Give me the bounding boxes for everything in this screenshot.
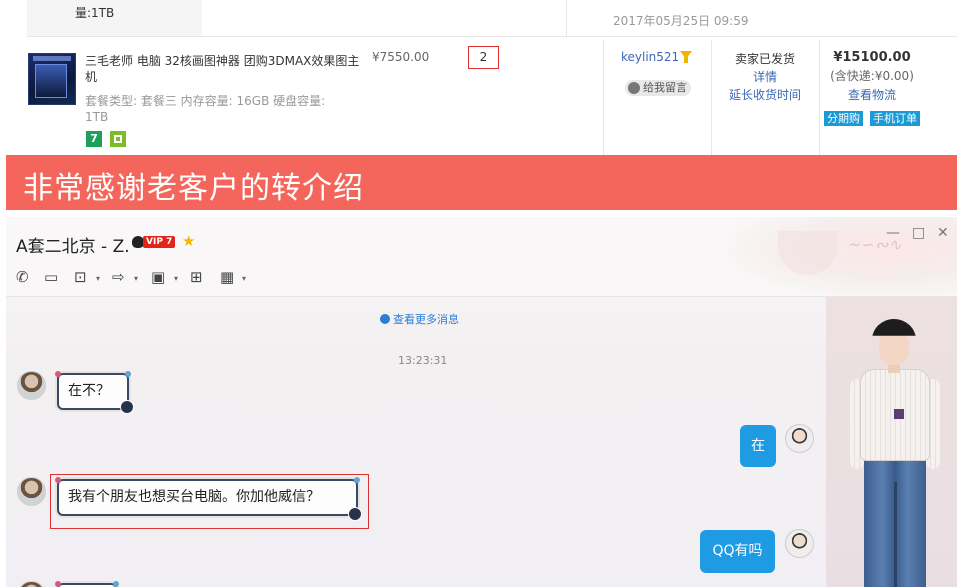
leave-message-label: 给我留言 bbox=[643, 81, 687, 94]
incoming-message-bubble bbox=[55, 581, 119, 587]
outgoing-message-bubble: QQ有吗 bbox=[700, 530, 775, 573]
video-icon[interactable]: ▭ bbox=[44, 268, 68, 286]
character-leg-gap bbox=[894, 482, 897, 587]
close-button[interactable]: ✕ bbox=[937, 225, 949, 241]
order-total: ¥15100.00 (含快递:¥0.00) 查看物流 bbox=[822, 48, 922, 105]
vip-badge[interactable]: VIP 7 bbox=[143, 236, 176, 248]
character-pocket bbox=[894, 409, 904, 419]
minimize-button[interactable]: — bbox=[886, 225, 900, 241]
incoming-message-bubble: 在不？ bbox=[55, 371, 131, 410]
chevron-down-icon[interactable]: ▾ bbox=[174, 274, 178, 283]
message-text: 在不？ bbox=[68, 383, 110, 399]
shipping-note: (含快递:¥0.00) bbox=[830, 69, 914, 83]
qq-chat-window: ~∽∾∿ A套二北京 - Z. VIP 7 ★ — □ ✕ ✆ ▭ ⊡ ▾ ⇨ … bbox=[6, 217, 957, 587]
contact-avatar[interactable] bbox=[17, 581, 46, 587]
outgoing-message-bubble: 在 bbox=[740, 425, 776, 467]
contact-name[interactable]: A套二北京 - Z. bbox=[16, 232, 130, 257]
character-face bbox=[879, 331, 909, 365]
phone-icon[interactable]: ✆ bbox=[16, 268, 40, 286]
column-divider bbox=[603, 40, 604, 155]
status-shipped: 卖家已发货 bbox=[734, 52, 795, 66]
buyer-name-link[interactable]: keylin521 bbox=[621, 50, 679, 64]
contact-avatar[interactable] bbox=[17, 477, 46, 506]
my-avatar[interactable] bbox=[785, 424, 814, 453]
buyer-level-icon-stem bbox=[684, 57, 688, 63]
column-divider bbox=[711, 40, 712, 155]
highlight-frame bbox=[50, 474, 369, 529]
contact-avatar[interactable] bbox=[17, 371, 46, 400]
column-divider bbox=[819, 40, 820, 155]
file-transfer-icon[interactable]: ⇨ bbox=[112, 268, 136, 286]
view-logistics-link[interactable]: 查看物流 bbox=[822, 86, 922, 105]
view-more-messages-link[interactable]: 查看更多消息 bbox=[380, 311, 459, 327]
chevron-down-icon[interactable]: ▾ bbox=[96, 274, 100, 283]
product-spec: 套餐类型: 套餐三 内存容量: 16GB 硬盘容量: 1TB bbox=[85, 94, 326, 124]
screen-share-icon[interactable]: ⊡ bbox=[74, 268, 98, 286]
chevron-down-icon[interactable]: ▾ bbox=[134, 274, 138, 283]
product-thumbnail[interactable] bbox=[28, 53, 76, 105]
previous-order-spec-cell: 量:1TB bbox=[27, 0, 202, 36]
chat-header: ~∽∾∿ A套二北京 - Z. VIP 7 ★ — □ ✕ ✆ ▭ ⊡ ▾ ⇨ … bbox=[6, 217, 957, 297]
previous-capacity-text: 量:1TB bbox=[75, 6, 115, 20]
previous-order-date: 2017年05月25日 09:59 bbox=[613, 14, 749, 28]
chevron-down-icon[interactable]: ▾ bbox=[242, 274, 246, 283]
add-app-icon[interactable]: ⊞ bbox=[190, 268, 214, 286]
banner-text: 非常感谢老客户的转介绍 bbox=[23, 171, 364, 206]
my-avatar[interactable] bbox=[785, 529, 814, 558]
message-text: 在 bbox=[751, 438, 765, 454]
thanks-banner: 非常感谢老客户的转介绍 bbox=[6, 155, 957, 210]
order-row: 三毛老师 电脑 32核画图神器 团购3DMAX效果图主机 套餐类型: 套餐三 内… bbox=[0, 40, 967, 155]
mobile-order-tag[interactable]: 手机订单 bbox=[870, 111, 920, 126]
total-amount: ¥15100.00 bbox=[833, 50, 911, 65]
leave-message-button[interactable]: 给我留言 bbox=[625, 80, 691, 96]
seven-day-return-badge[interactable]: 7 bbox=[86, 131, 102, 147]
installment-tag[interactable]: 分期购 bbox=[824, 111, 863, 126]
message-timestamp: 13:23:31 bbox=[398, 354, 448, 367]
message-icon bbox=[628, 82, 640, 94]
star-icon[interactable]: ★ bbox=[182, 232, 195, 250]
contact-show-panel bbox=[826, 297, 957, 587]
bubble-character-icon bbox=[120, 400, 134, 414]
maximize-button[interactable]: □ bbox=[912, 225, 925, 241]
message-text: QQ有吗 bbox=[712, 543, 763, 559]
remote-desktop-icon[interactable]: ▣ bbox=[151, 268, 175, 286]
order-status: 卖家已发货 详情 延长收货时间 bbox=[720, 50, 810, 104]
order-list: 量:1TB 2017年05月25日 09:59 三毛老师 电脑 32核画图神器 … bbox=[0, 0, 967, 155]
unit-price: ¥7550.00 bbox=[372, 50, 430, 64]
row-divider bbox=[27, 36, 957, 37]
extend-receipt-link[interactable]: 延长收货时间 bbox=[720, 86, 810, 104]
certified-shop-icon[interactable] bbox=[110, 131, 126, 147]
column-divider bbox=[566, 0, 567, 36]
clock-icon bbox=[380, 314, 390, 324]
view-more-messages-label: 查看更多消息 bbox=[393, 313, 459, 326]
quantity-highlight: 2 bbox=[468, 46, 499, 69]
product-title-link[interactable]: 三毛老师 电脑 32核画图神器 团购3DMAX效果图主机 bbox=[85, 53, 360, 85]
order-details-link[interactable]: 详情 bbox=[720, 68, 810, 86]
more-apps-icon[interactable]: ▦ bbox=[220, 268, 244, 286]
